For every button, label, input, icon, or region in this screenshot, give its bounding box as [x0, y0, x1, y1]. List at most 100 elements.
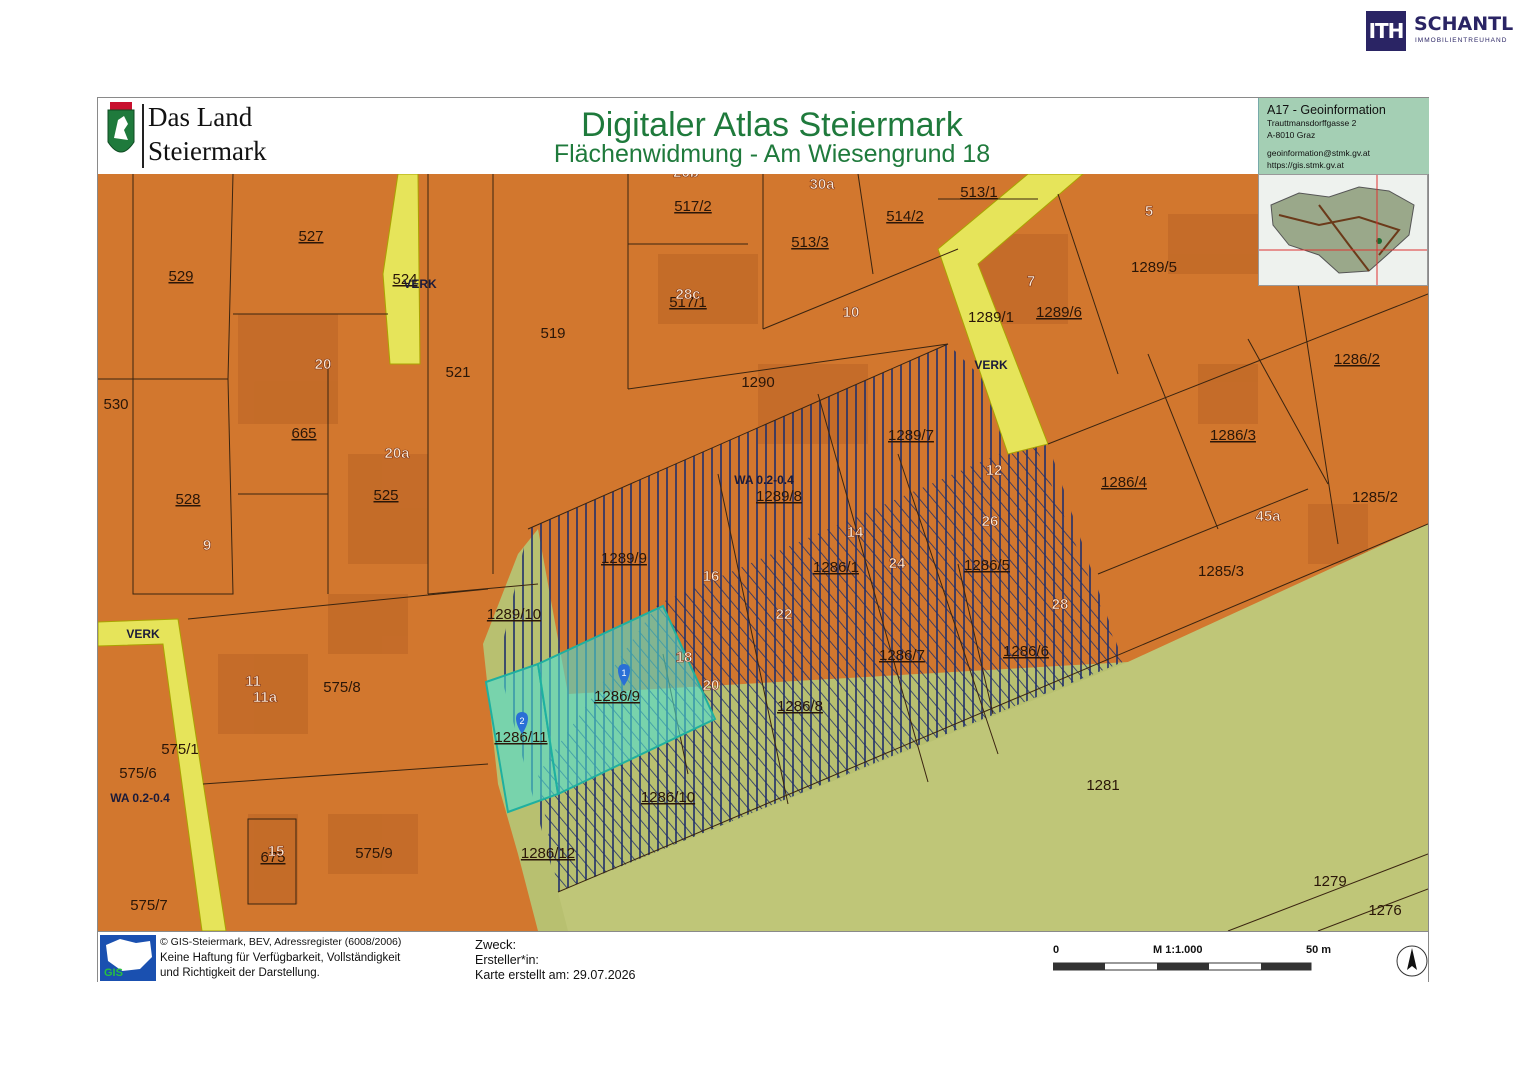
schantl-brand: ITH SCHANTL IMMOBILIENTREUHAND: [1366, 11, 1514, 51]
scale-zero: 0: [1053, 944, 1060, 956]
marker-1-label: 1: [621, 668, 626, 678]
parcel-label: 1290: [741, 374, 774, 391]
zoning-map-svg: 529527524519517/2517/1513/3514/2513/1530…: [98, 174, 1428, 931]
info-web: https://gis.stmk.gv.at: [1267, 160, 1344, 170]
house-number: 9: [203, 537, 211, 554]
house-number: 28c: [675, 286, 700, 303]
parcel-label: 1286/3: [1210, 427, 1256, 444]
parcel-label: 521: [445, 364, 470, 381]
gis-logo-text: GIS: [104, 967, 123, 979]
house-number: 20: [703, 677, 720, 694]
parcel-label: 1289/1: [968, 309, 1014, 326]
page-subtitle: Flächenwidmung - Am Wiesengrund 18: [553, 140, 991, 168]
info-panel: A17 - Geoinformation Trauttmansdorffgass…: [1258, 98, 1429, 174]
parcel-label: 528: [175, 491, 200, 508]
info-email: geoinformation@stmk.gv.at: [1267, 148, 1370, 158]
parcel-label: 514/2: [886, 208, 924, 225]
house-number: 24: [889, 555, 906, 572]
house-number: 5: [1145, 203, 1153, 220]
parcel-label: 1286/1: [813, 559, 859, 576]
parcel-label: 529: [168, 268, 193, 285]
parcel-label: 513/1: [960, 184, 998, 201]
parcel-label: 1285/2: [1352, 489, 1398, 506]
parcel-label: 519: [540, 325, 565, 342]
house-number: 28: [1052, 596, 1069, 613]
parcel-label: 575/8: [323, 679, 361, 696]
parcel-label: 1279: [1313, 873, 1346, 890]
house-number: 10: [843, 304, 860, 321]
north-arrow-icon: [1396, 945, 1428, 977]
map-footer: GIS © GIS-Steiermark, BEV, Adressregiste…: [98, 931, 1428, 982]
schantl-logo-mark: ITH: [1366, 11, 1406, 51]
footer-copyright: © GIS-Steiermark, BEV, Adressregister (6…: [160, 936, 402, 948]
parcel-label: 1289/6: [1036, 304, 1082, 321]
parcel-label: 1286/5: [964, 557, 1010, 574]
parcel-label: 1276: [1368, 902, 1401, 919]
scale-ratio: M 1:1.000: [1153, 944, 1203, 956]
parcel-label: 527: [298, 228, 323, 245]
info-street: Trauttmansdorffgasse 2: [1267, 118, 1357, 128]
parcel-label: 1289/10: [487, 606, 541, 623]
footer-created-date: Karte erstellt am: 29.07.2026: [475, 968, 636, 982]
parcel-label: 1289/9: [601, 550, 647, 567]
house-number: 11a: [253, 689, 278, 706]
house-number: 18: [676, 649, 693, 666]
house-number: 11: [245, 673, 261, 690]
house-number: 14: [847, 524, 864, 541]
logo-text-line2: Steiermark: [148, 136, 267, 166]
info-title: A17 - Geoinformation: [1267, 103, 1386, 117]
house-number: 16: [703, 568, 720, 585]
parcel-label: 1286/9: [594, 688, 640, 705]
parcel-label: 575/6: [119, 765, 157, 782]
zone-label: WA 0.2-0.4: [110, 791, 170, 805]
brand-tagline: IMMOBILIENTREUHAND: [1415, 37, 1508, 44]
house-number: 12: [986, 462, 1003, 479]
info-city: A-8010 Graz: [1267, 130, 1316, 140]
house-number: 20a: [384, 445, 410, 462]
scale-bar: [1053, 962, 1312, 971]
zone-label: VERK: [974, 358, 1008, 372]
parcel-label: 575/1: [161, 741, 199, 758]
parcel-label: 525: [373, 487, 398, 504]
zone-label: VERK: [403, 277, 437, 291]
logo-divider: [142, 104, 144, 168]
house-number: 20: [315, 356, 332, 373]
parcel-label: 1289/5: [1131, 259, 1177, 276]
parcel-label: 1286/8: [777, 698, 823, 715]
steiermark-crest-icon: [107, 102, 135, 153]
overview-map-svg: [1259, 175, 1427, 285]
parcel-label: 530: [103, 396, 128, 413]
brand-name: SCHANTL: [1414, 13, 1514, 35]
zoning-map[interactable]: 529 527 524 519 517/2 517/1 513/3 514/2 513/1 530…: [98, 174, 1428, 931]
house-number: 30a: [809, 176, 835, 193]
title-block: Digitaler Atlas Steiermark Flächenwidmun…: [287, 98, 1257, 174]
footer-ersteller: Ersteller*in:: [475, 953, 539, 967]
footer-disclaimer-2: und Richtigkeit der Darstellung.: [160, 967, 320, 979]
scale-end: 50 m: [1306, 944, 1332, 956]
overview-map[interactable]: [1258, 174, 1428, 286]
parcel-label: 575/9: [355, 845, 393, 862]
parcel-label: 575/7: [130, 897, 168, 914]
parcel-label: 513/3: [791, 234, 829, 251]
marker-2-label: 2: [519, 716, 524, 726]
parcel-label: 1286/7: [879, 647, 925, 664]
house-number: 7: [1027, 273, 1035, 290]
house-number: 22: [776, 606, 793, 623]
parcel-label: 1286/2: [1334, 351, 1380, 368]
parcel-label: 1286/4: [1101, 474, 1147, 491]
house-number: 15: [268, 843, 285, 860]
house-number: 26: [982, 513, 999, 530]
zone-label: VERK: [126, 627, 160, 641]
steiermark-logo: Das Land Steiermark: [100, 100, 286, 172]
parcel-label: 665: [291, 425, 316, 442]
parcel-label: 1286/12: [521, 845, 575, 862]
house-number: 26b: [673, 174, 699, 181]
parcel-label: 1281: [1086, 777, 1119, 794]
footer-disclaimer-1: Keine Haftung für Verfügbarkeit, Vollstä…: [160, 952, 401, 964]
zone-label: WA 0.2-0.4: [734, 473, 794, 487]
parcel-label: 1285/3: [1198, 563, 1244, 580]
parcel-label: 517/2: [674, 198, 712, 215]
footer-zweck: Zweck:: [475, 937, 517, 952]
logo-text-line1: Das Land: [148, 102, 253, 132]
parcel-label: 1286/6: [1003, 643, 1049, 660]
